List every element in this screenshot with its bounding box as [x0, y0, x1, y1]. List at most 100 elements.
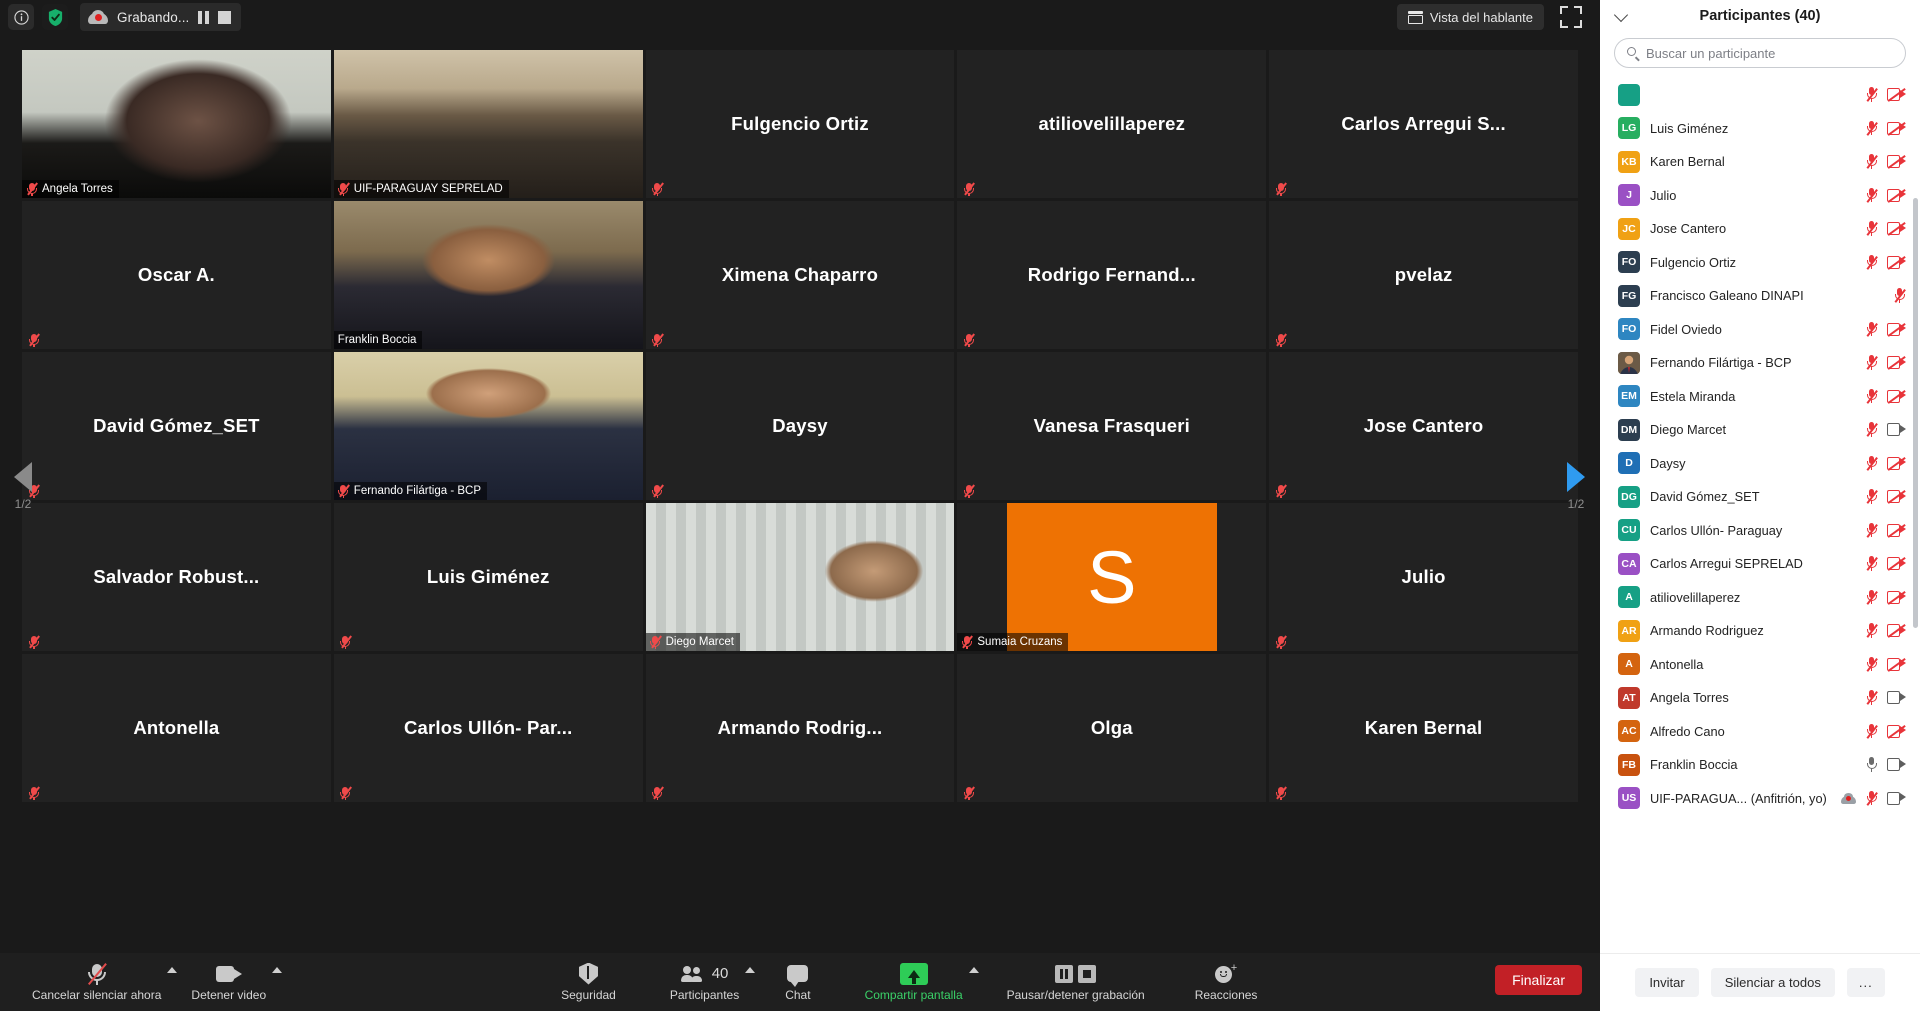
microphone-muted-icon[interactable] [1893, 288, 1906, 303]
microphone-muted-icon[interactable] [1865, 355, 1878, 370]
camera-off-icon[interactable] [1887, 222, 1906, 236]
participant-row[interactable]: FG Francisco Galeano DINAPI [1600, 279, 1920, 313]
camera-off-icon[interactable] [1887, 490, 1906, 504]
participant-row[interactable]: CU Carlos Ullón- Paraguay [1600, 514, 1920, 548]
video-tile[interactable]: Fernando Filártiga - BCP [333, 352, 643, 500]
camera-off-icon[interactable] [1887, 657, 1906, 672]
camera-off-icon[interactable] [1887, 356, 1906, 370]
video-tile[interactable]: Diego Marcet [645, 503, 955, 651]
video-tile[interactable]: Rodrigo Fernand... [957, 201, 1267, 349]
video-tile[interactable]: Carlos Ullón- Par... [333, 654, 643, 802]
participant-row[interactable]: FO Fidel Oviedo [1600, 313, 1920, 347]
camera-off-icon[interactable] [1887, 121, 1906, 136]
security-shield-icon[interactable] [42, 4, 68, 30]
search-input[interactable] [1646, 45, 1893, 61]
video-tile[interactable]: Jose Cantero [1269, 352, 1578, 500]
chat-button[interactable]: Chat [781, 953, 814, 1011]
participant-row[interactable]: A Antonella [1600, 648, 1920, 682]
info-icon[interactable] [8, 4, 34, 30]
next-page-button[interactable]: 1/2 [1553, 446, 1599, 526]
participant-row[interactable]: DG David Gómez_SET [1600, 480, 1920, 514]
microphone-muted-icon[interactable] [1865, 254, 1878, 270]
camera-off-icon[interactable] [1887, 456, 1906, 471]
video-tile[interactable]: Olga [957, 654, 1267, 802]
microphone-muted-icon[interactable] [1865, 690, 1878, 705]
security-button[interactable]: Seguridad [557, 953, 620, 1011]
video-tile[interactable]: Carlos Arregui S... [1269, 50, 1578, 198]
video-tile[interactable]: Fulgencio Ortiz [645, 50, 955, 198]
microphone-muted-icon[interactable] [1865, 522, 1878, 538]
stop-icon[interactable] [1078, 964, 1097, 983]
microphone-muted-icon[interactable] [1865, 321, 1878, 337]
microphone-icon[interactable] [1865, 757, 1878, 772]
video-tile[interactable]: David Gómez_SET [22, 352, 331, 500]
participants-list[interactable]: LG Luis Giménez KB Karen Bernal J Julio JC Jose… [1600, 78, 1920, 953]
camera-off-icon[interactable] [1887, 255, 1906, 270]
video-options-button[interactable] [270, 953, 292, 1011]
microphone-muted-icon[interactable] [1865, 221, 1878, 236]
participant-search-box[interactable] [1614, 38, 1906, 68]
participant-row[interactable]: CA Carlos Arregui SEPRELAD [1600, 547, 1920, 581]
participant-row[interactable]: D Daysy [1600, 447, 1920, 481]
participant-row[interactable]: FB Franklin Boccia [1600, 748, 1920, 782]
participant-row[interactable]: DM Diego Marcet [1600, 413, 1920, 447]
share-screen-button[interactable]: Compartir pantalla [861, 953, 967, 1011]
microphone-muted-icon[interactable] [1865, 790, 1878, 806]
camera-off-icon[interactable] [1887, 523, 1906, 538]
participant-row[interactable]: AR Armando Rodriguez [1600, 614, 1920, 648]
participant-row[interactable]: AC Alfredo Cano [1600, 715, 1920, 749]
participant-row[interactable]: AT Angela Torres [1600, 681, 1920, 715]
microphone-muted-icon[interactable] [1865, 388, 1878, 404]
video-tile[interactable]: Salvador Robust... [22, 503, 331, 651]
video-tile[interactable]: Oscar A. [22, 201, 331, 349]
participant-row[interactable]: FO Fulgencio Ortiz [1600, 246, 1920, 280]
video-tile[interactable]: UIF-PARAGUAY SEPRELAD [333, 50, 643, 198]
video-tile[interactable]: Luis Giménez [333, 503, 643, 651]
more-options-button[interactable]: ... [1846, 968, 1885, 997]
participant-row[interactable] [1600, 78, 1920, 112]
invite-button[interactable]: Invitar [1635, 968, 1699, 997]
camera-off-icon[interactable] [1887, 557, 1906, 571]
video-tile[interactable]: Ximena Chaparro [645, 201, 955, 349]
participant-row[interactable]: US UIF-PARAGUA... (Anfitrión, yo) [1600, 782, 1920, 816]
participant-row[interactable]: KB Karen Bernal [1600, 145, 1920, 179]
microphone-muted-icon[interactable] [1865, 154, 1878, 169]
video-tile[interactable]: pvelaz [1269, 201, 1578, 349]
pause-icon[interactable] [1055, 964, 1074, 983]
camera-off-icon[interactable] [1887, 624, 1906, 638]
mute-button[interactable]: Cancelar silenciar ahora [28, 953, 165, 1011]
participants-button[interactable]: 40 Participantes [666, 953, 743, 1011]
camera-off-icon[interactable] [1887, 590, 1906, 605]
video-tile[interactable]: Antonella [22, 654, 331, 802]
video-tile[interactable]: Angela Torres [22, 50, 331, 198]
fullscreen-icon[interactable] [1560, 6, 1582, 28]
participants-options-button[interactable] [743, 953, 765, 1011]
participant-row[interactable]: Aatiliovelillaperez [1600, 581, 1920, 615]
camera-icon[interactable] [1887, 691, 1906, 705]
camera-off-icon[interactable] [1887, 188, 1906, 203]
reactions-button[interactable]: + Reacciones [1191, 953, 1262, 1011]
participant-row[interactable]: JC Jose Cantero [1600, 212, 1920, 246]
video-tile[interactable]: Armando Rodrig... [645, 654, 955, 802]
record-controls-button[interactable]: Pausar/detener grabación [1003, 953, 1149, 1011]
share-options-button[interactable] [967, 953, 989, 1011]
view-mode-button[interactable]: Vista del hablante [1396, 4, 1544, 30]
audio-options-button[interactable] [165, 953, 187, 1011]
microphone-muted-icon[interactable] [1865, 489, 1878, 504]
camera-icon[interactable] [1887, 423, 1906, 437]
microphone-muted-icon[interactable] [1865, 589, 1878, 605]
participants-scrollbar[interactable] [1913, 78, 1918, 953]
video-tile[interactable]: Vanesa Frasqueri [957, 352, 1267, 500]
participant-row[interactable]: Fernando Filártiga - BCP [1600, 346, 1920, 380]
prev-page-button[interactable]: 1/2 [0, 446, 46, 526]
mute-all-button[interactable]: Silenciar a todos [1710, 968, 1835, 997]
microphone-muted-icon[interactable] [1865, 187, 1878, 203]
participant-row[interactable]: J Julio [1600, 179, 1920, 213]
video-tile[interactable]: atiliovelillaperez [957, 50, 1267, 198]
video-tile[interactable]: Franklin Boccia [333, 201, 643, 349]
microphone-muted-icon[interactable] [1865, 656, 1878, 672]
participant-row[interactable]: EM Estela Miranda [1600, 380, 1920, 414]
microphone-muted-icon[interactable] [1865, 623, 1878, 638]
video-tile[interactable]: S Sumaia Cruzans [957, 503, 1267, 651]
video-tile[interactable]: Karen Bernal [1269, 654, 1578, 802]
